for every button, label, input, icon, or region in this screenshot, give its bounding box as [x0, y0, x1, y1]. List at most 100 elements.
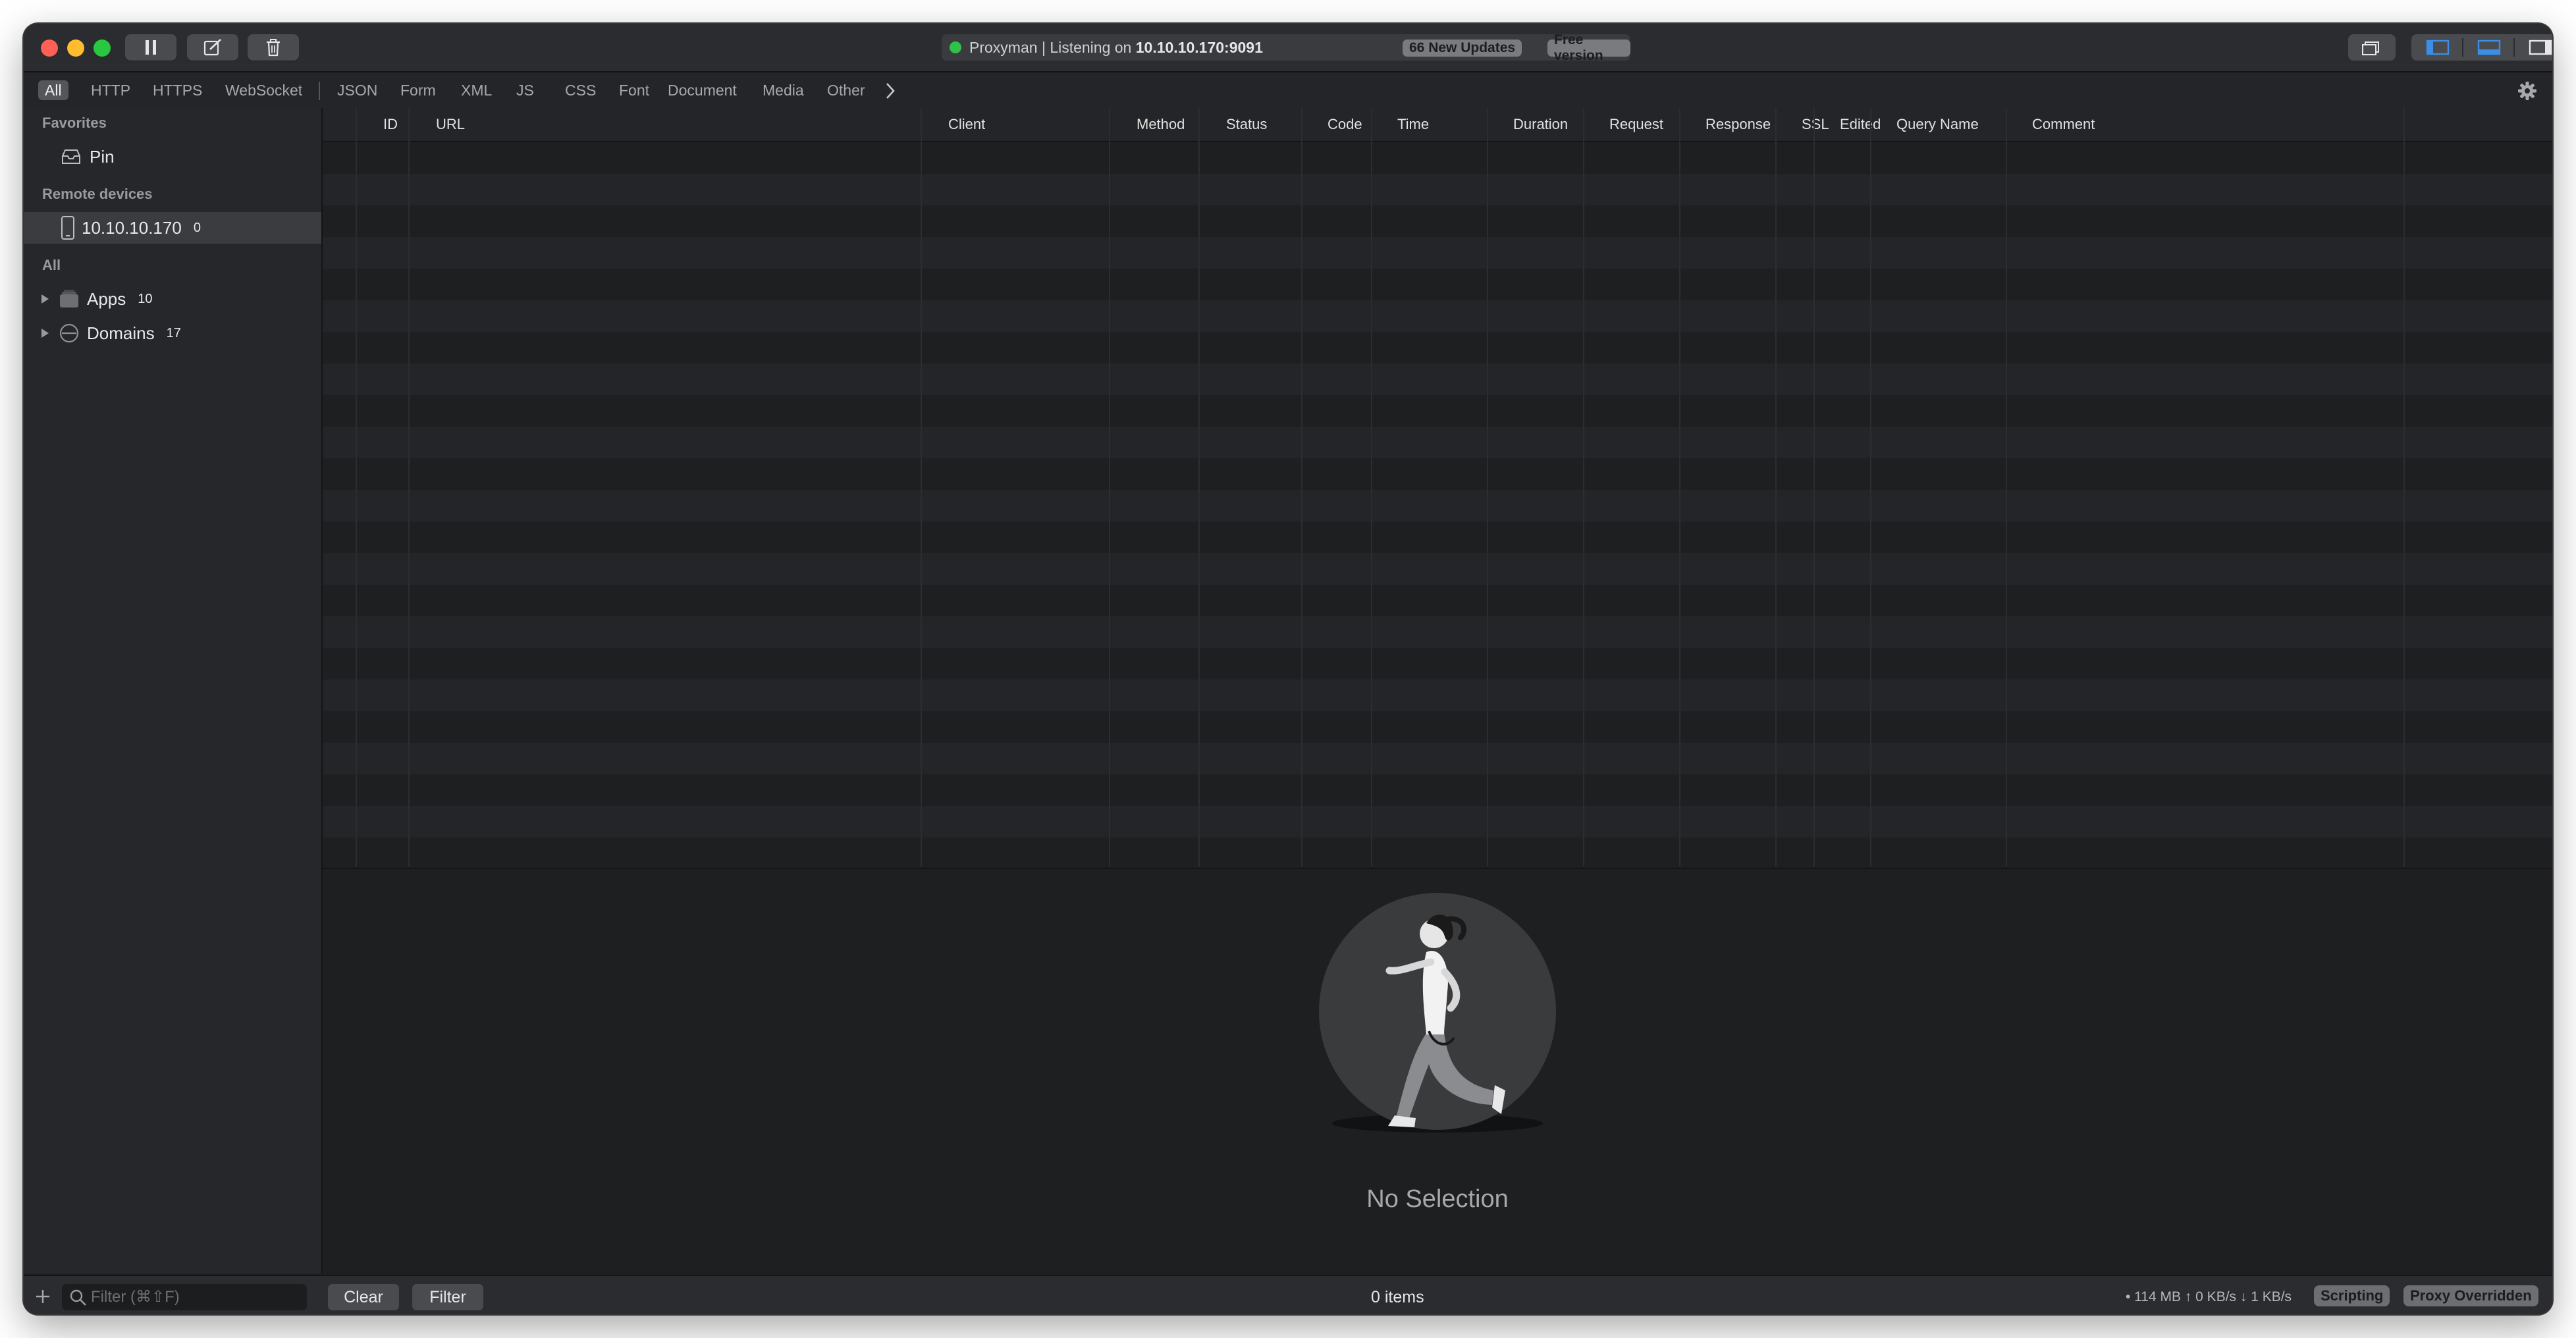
chevron-right-icon[interactable]: [884, 82, 897, 100]
trash-icon: [267, 39, 280, 57]
column-header-edited[interactable]: Edited: [1840, 116, 1881, 133]
column-divider[interactable]: [1679, 108, 1680, 867]
column-divider[interactable]: [1487, 108, 1488, 867]
column-divider[interactable]: [1198, 108, 1200, 867]
filter-button[interactable]: Filter: [412, 1284, 483, 1310]
table-row: [323, 838, 2552, 867]
sidebar-item-label: Domains: [87, 323, 155, 343]
empty-state-text: No Selection: [1366, 1185, 1509, 1213]
table-row: [323, 490, 2552, 522]
proxy-overridden-badge[interactable]: Proxy Overridden: [2403, 1285, 2538, 1306]
settings-gear-icon[interactable]: [2517, 80, 2538, 101]
favorites-header: Favorites: [42, 115, 107, 131]
column-header-status[interactable]: Status: [1226, 116, 1267, 133]
search-icon: [70, 1289, 86, 1306]
filter-tab-xml[interactable]: XML: [454, 80, 498, 100]
filter-tab-http[interactable]: HTTP: [84, 80, 137, 100]
column-header-ssl[interactable]: SSL: [1802, 116, 1829, 133]
column-header-request[interactable]: Request: [1609, 116, 1663, 133]
column-header-client[interactable]: Client: [948, 116, 985, 133]
pause-icon: [146, 40, 156, 55]
column-header-time[interactable]: Time: [1397, 116, 1429, 133]
sidebar-item-remote-device[interactable]: 10.10.10.170 0: [24, 212, 321, 244]
filter-tab-form[interactable]: Form: [394, 80, 443, 100]
filter-tab-json[interactable]: JSON: [331, 80, 384, 100]
sidebar-filter-input[interactable]: [62, 1284, 307, 1310]
compose-button[interactable]: [187, 34, 238, 61]
version-badge[interactable]: Free version: [1547, 32, 1630, 63]
column-header-url[interactable]: URL: [436, 116, 465, 133]
column-divider[interactable]: [1775, 108, 1777, 867]
sidebar-item-apps[interactable]: Apps 10: [24, 283, 321, 315]
status-separator: |: [1041, 38, 1046, 56]
filter-tab-document[interactable]: Document: [661, 80, 743, 100]
filter-tab-other[interactable]: Other: [820, 80, 872, 100]
pause-button[interactable]: [125, 34, 176, 61]
sidebar-item-label: Apps: [87, 288, 126, 309]
filter-tab-js[interactable]: JS: [510, 80, 541, 100]
column-divider[interactable]: [408, 108, 410, 867]
table-row: [323, 363, 2552, 395]
status-dot-icon: [950, 41, 961, 53]
column-divider[interactable]: [1371, 108, 1372, 867]
column-header-id[interactable]: ID: [383, 116, 398, 133]
left-sidebar-toggle-icon[interactable]: [2426, 40, 2450, 55]
phone-icon: [61, 216, 74, 240]
column-divider[interactable]: [2403, 108, 2405, 867]
column-divider[interactable]: [1109, 108, 1110, 867]
table-row: [323, 648, 2552, 680]
table-header: ID URL Client Method Status Code Time Du…: [323, 108, 2552, 142]
column-header-code[interactable]: Code: [1328, 116, 1362, 133]
compose-icon: [203, 39, 221, 56]
sidebar-item-pin[interactable]: Pin: [24, 141, 321, 173]
column-header-comment[interactable]: Comment: [2032, 116, 2095, 133]
table-row: [323, 680, 2552, 711]
column-divider[interactable]: [921, 108, 922, 867]
column-divider[interactable]: [1301, 108, 1302, 867]
column-header-method[interactable]: Method: [1137, 116, 1185, 133]
column-header-query-name[interactable]: Query Name: [1896, 116, 1979, 133]
column-divider[interactable]: [1813, 108, 1815, 867]
zoom-window-button[interactable]: [94, 40, 111, 57]
table-row: [323, 142, 2552, 174]
filter-tab-media[interactable]: Media: [756, 80, 811, 100]
filter-tab-https[interactable]: HTTPS: [146, 80, 209, 100]
column-divider[interactable]: [1870, 108, 1871, 867]
content-type-filter-bar: All HTTP HTTPS WebSocket JSON Form XML J…: [24, 72, 2552, 109]
filter-tab-websocket[interactable]: WebSocket: [219, 80, 309, 100]
minimize-window-button[interactable]: [67, 40, 84, 57]
clear-button[interactable]: Clear: [328, 1284, 399, 1310]
sidebar-item-label: Pin: [90, 146, 115, 167]
domains-count: 17: [166, 325, 181, 340]
bottom-panel-toggle-icon[interactable]: [2477, 40, 2501, 55]
bottom-bar: Clear Filter 0 items • 114 MB ↑ 0 KB/s ↓…: [24, 1275, 2552, 1314]
table-row: [323, 269, 2552, 300]
right-sidebar-toggle-icon[interactable]: [2529, 40, 2552, 55]
network-stats: • 114 MB ↑ 0 KB/s ↓ 1 KB/s: [2126, 1289, 2292, 1304]
updates-badge[interactable]: 66 New Updates: [1403, 40, 1522, 57]
disclosure-triangle-icon[interactable]: [40, 292, 50, 306]
table-row: [323, 458, 2552, 490]
filter-tab-css[interactable]: CSS: [558, 80, 603, 100]
clear-trash-button[interactable]: [248, 34, 299, 61]
table-row: [323, 774, 2552, 806]
column-header-response[interactable]: Response: [1705, 116, 1771, 133]
sidebar-item-domains[interactable]: Domains 17: [24, 317, 321, 349]
close-window-button[interactable]: [41, 40, 58, 57]
window-mode-button[interactable]: [2348, 34, 2396, 61]
scripting-badge[interactable]: Scripting: [2314, 1285, 2390, 1306]
apps-folder-icon: [60, 290, 78, 308]
filter-tab-font[interactable]: Font: [612, 80, 656, 100]
filter-tab-all[interactable]: All: [38, 80, 68, 100]
status-app-name: Proxyman: [969, 38, 1038, 56]
globe-icon: [59, 323, 79, 343]
column-divider[interactable]: [356, 108, 357, 867]
items-count: 0 items: [1371, 1288, 1424, 1306]
table-row: [323, 553, 2552, 585]
column-divider[interactable]: [1583, 108, 1584, 867]
column-header-duration[interactable]: Duration: [1513, 116, 1568, 133]
add-icon[interactable]: [34, 1288, 51, 1305]
disclosure-triangle-icon[interactable]: [40, 327, 50, 340]
table-row: [323, 395, 2552, 427]
column-divider[interactable]: [2006, 108, 2007, 867]
